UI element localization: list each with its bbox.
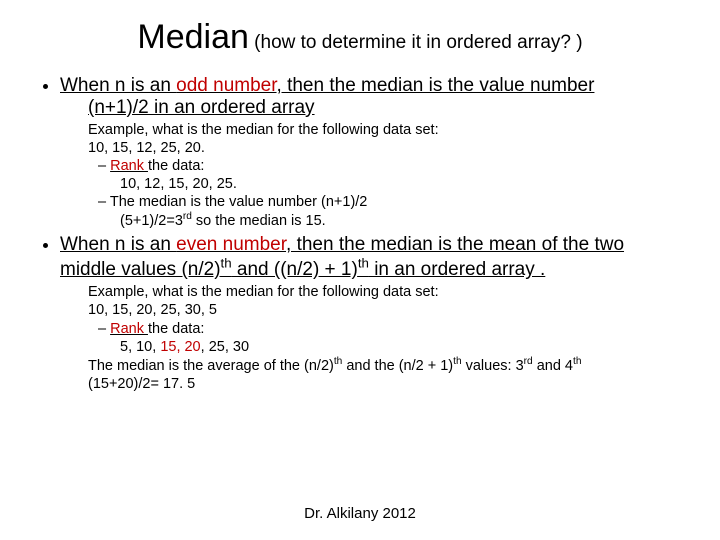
even-rank-item: Rank the data: 5, 10, 15, 20, 25, 30 bbox=[98, 320, 684, 356]
slide-title: Median (how to determine it in ordered a… bbox=[36, 18, 684, 57]
odd-ex-ranked: 10, 12, 15, 20, 25. bbox=[98, 175, 684, 193]
bullet-list: When n is an odd number, then the median… bbox=[36, 75, 684, 393]
odd-formula: (n+1)/2 in an ordered array bbox=[60, 97, 315, 119]
footer: Dr. Alkilany 2012 bbox=[0, 505, 720, 522]
even-ex-intro: Example, what is the median for the foll… bbox=[88, 284, 439, 300]
odd-median-calc: (5+1)/2=3rd so the median is 15. bbox=[98, 211, 684, 230]
odd-bullet: When n is an odd number, then the median… bbox=[60, 75, 684, 230]
odd-median-item: The median is the value number (n+1)/2 (… bbox=[98, 193, 684, 230]
odd-ex-intro: Example, what is the median for the foll… bbox=[88, 122, 439, 138]
odd-line1: When n is an odd number, then the median… bbox=[60, 75, 594, 96]
even-median-calc: (15+20)/2= 17. 5 bbox=[88, 376, 195, 392]
even-line: When n is an even number, then the media… bbox=[60, 234, 624, 280]
slide: Median (how to determine it in ordered a… bbox=[0, 0, 720, 540]
even-example: Example, what is the median for the foll… bbox=[60, 283, 684, 393]
odd-example: Example, what is the median for the foll… bbox=[60, 121, 684, 231]
even-bullet: When n is an even number, then the media… bbox=[60, 234, 684, 393]
even-median-rule: The median is the average of the (n/2)th… bbox=[88, 358, 581, 374]
title-sub: (how to determine it in ordered array? ) bbox=[249, 32, 583, 53]
even-ex-data: 10, 15, 20, 25, 30, 5 bbox=[88, 302, 217, 318]
odd-ex-data: 10, 15, 12, 25, 20. bbox=[88, 140, 205, 156]
odd-dash-list: Rank the data: 10, 12, 15, 20, 25. The m… bbox=[88, 157, 684, 230]
even-dash-list: Rank the data: 5, 10, 15, 20, 25, 30 bbox=[88, 320, 684, 356]
title-main: Median bbox=[137, 18, 249, 56]
even-ex-ranked: 5, 10, 15, 20, 25, 30 bbox=[98, 338, 684, 356]
odd-rank-item: Rank the data: 10, 12, 15, 20, 25. bbox=[98, 157, 684, 193]
